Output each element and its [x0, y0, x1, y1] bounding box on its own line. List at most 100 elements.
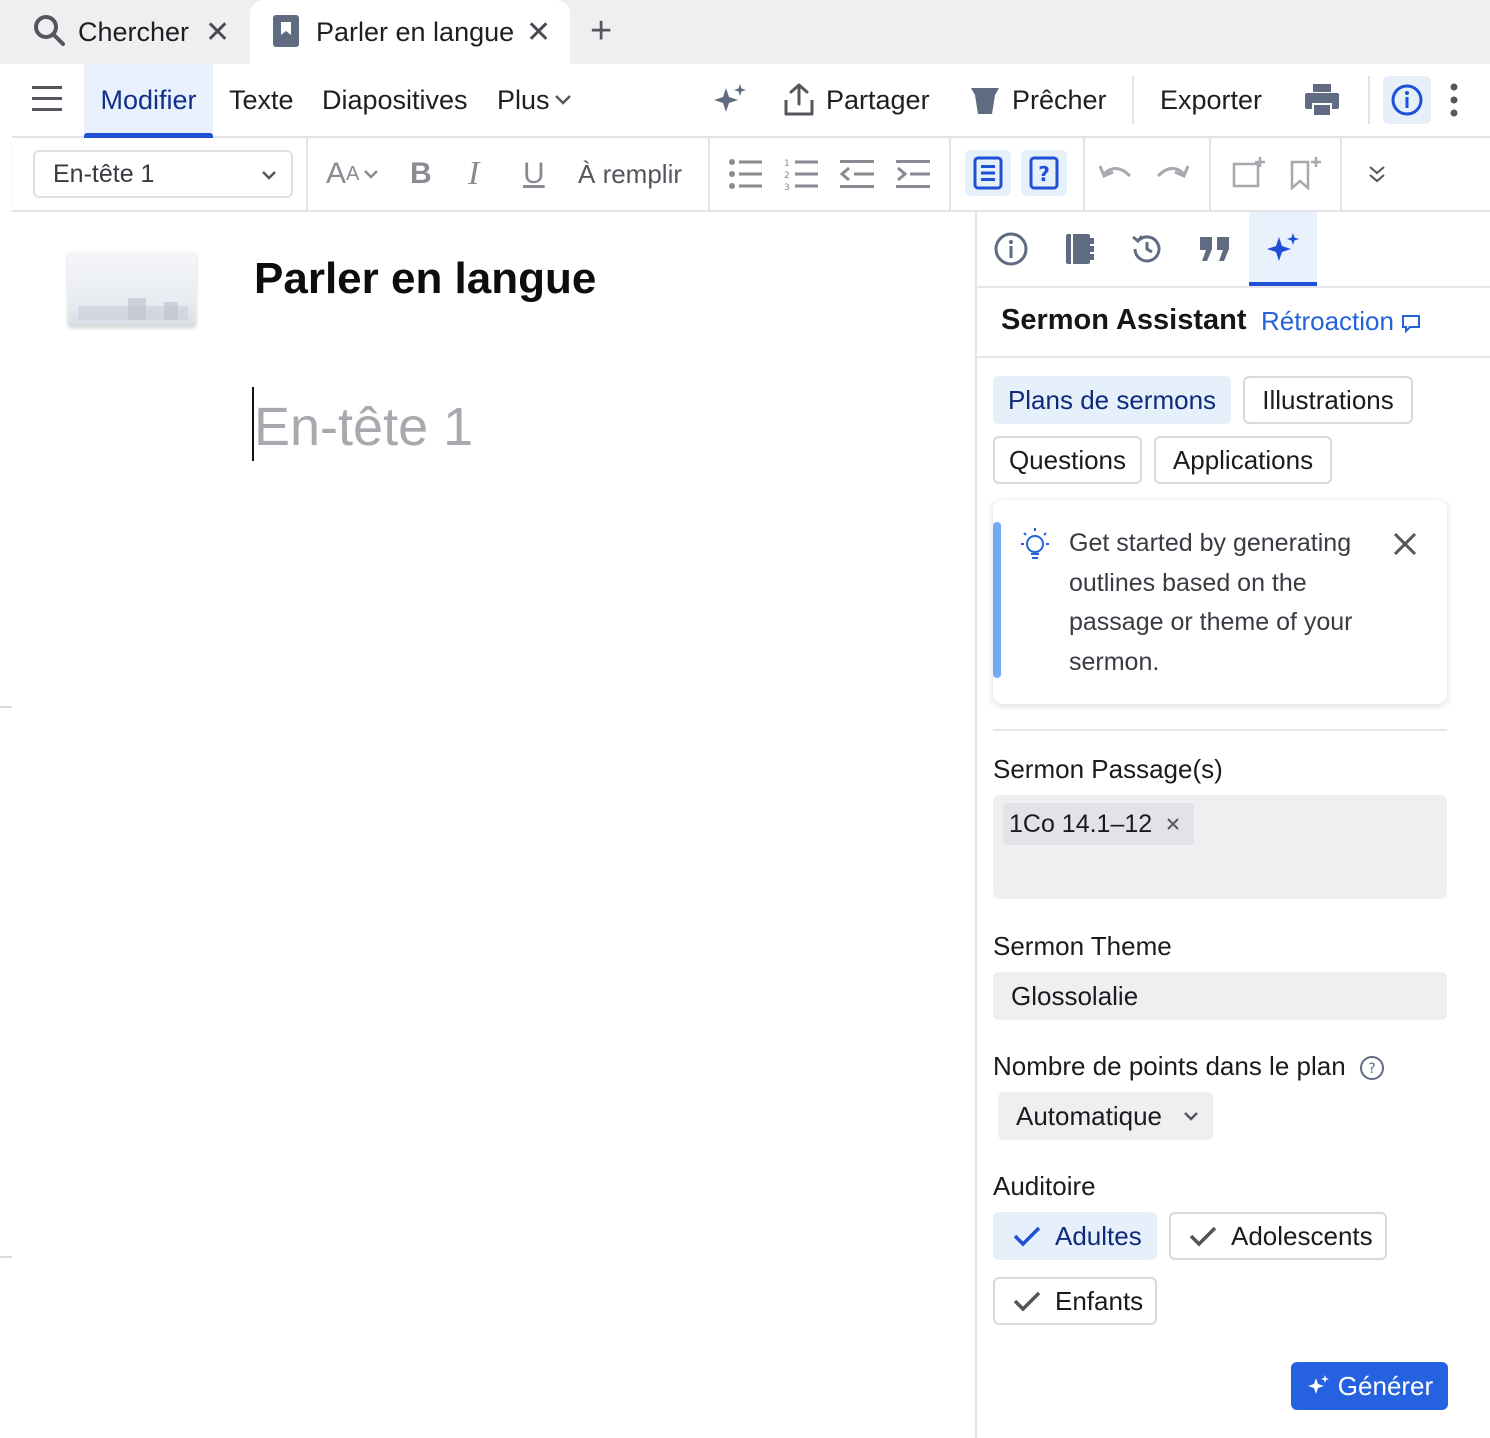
- menu-texte[interactable]: Texte: [229, 64, 294, 136]
- theme-value: Glossolalie: [1011, 980, 1139, 1011]
- tab-search[interactable]: Chercher ✕: [0, 0, 250, 64]
- redo-icon[interactable]: [1154, 162, 1190, 186]
- menu-plus[interactable]: Plus: [497, 64, 572, 136]
- indent-icon[interactable]: [896, 158, 930, 190]
- sparkle-ai-icon: [1267, 233, 1299, 261]
- paragraph-style-select[interactable]: En-tête 1: [33, 150, 293, 198]
- format-toolbar: En-tête 1 AA B I U À remplir 1 2 3 ?: [12, 138, 1490, 212]
- menu-plus-label: Plus: [497, 84, 550, 115]
- tab-notebook[interactable]: [1045, 212, 1113, 286]
- gutter-mark: [0, 1256, 12, 1258]
- question-box-icon: ?: [1029, 156, 1059, 190]
- menu-diapositives-label: Diapositives: [322, 84, 468, 115]
- chip-questions[interactable]: Questions: [993, 436, 1142, 484]
- chevron-down-icon: [262, 171, 276, 180]
- tab-history[interactable]: [1113, 212, 1181, 286]
- generate-button[interactable]: Générer: [1291, 1362, 1448, 1410]
- print-icon[interactable]: [1304, 82, 1340, 118]
- info-icon: [1391, 84, 1423, 116]
- undo-icon[interactable]: [1098, 162, 1134, 186]
- remove-tag-icon[interactable]: [1166, 817, 1180, 831]
- document-thumbnail[interactable]: [68, 252, 196, 326]
- tab-document[interactable]: Parler en langue ✕: [250, 0, 570, 64]
- chip-illustrations[interactable]: Illustrations: [1243, 376, 1413, 424]
- tab-quotes[interactable]: [1181, 212, 1249, 286]
- audience-children[interactable]: Enfants: [993, 1277, 1157, 1325]
- passage-tag: 1Co 14.1–12: [1003, 803, 1195, 845]
- document-view-icon: [973, 156, 1003, 190]
- panel-title: Sermon Assistant: [1001, 304, 1247, 336]
- audience-teens-label: Adolescents: [1231, 1220, 1373, 1251]
- tab-assistant[interactable]: [1249, 212, 1317, 286]
- sparkle-ai-icon[interactable]: [712, 82, 748, 118]
- svg-text:?: ?: [1038, 162, 1050, 186]
- chevron-down-icon: [554, 95, 571, 105]
- tab-document-label: Parler en langue: [316, 16, 515, 47]
- main-toolbar: Modifier Texte Diapositives Plus Partage…: [12, 64, 1490, 138]
- check-icon: [1013, 1226, 1041, 1247]
- chip-applications[interactable]: Applications: [1154, 436, 1332, 484]
- tip-accent-bar: [993, 522, 1001, 678]
- theme-input[interactable]: Glossolalie: [993, 972, 1447, 1020]
- menu-diapositives[interactable]: Diapositives: [322, 64, 468, 136]
- menu-texte-label: Texte: [229, 84, 294, 115]
- points-value: Automatique: [1016, 1100, 1162, 1131]
- sparkle-ai-icon: [1307, 1375, 1329, 1394]
- lightbulb-icon: [1021, 528, 1049, 559]
- fill-in-blank-button[interactable]: À remplir: [578, 154, 682, 194]
- menu-modifier[interactable]: Modifier: [84, 64, 213, 138]
- audience-teens[interactable]: Adolescents: [1169, 1212, 1387, 1260]
- notebook-icon: [1066, 234, 1094, 264]
- points-select[interactable]: Automatique: [998, 1092, 1213, 1140]
- add-slide-icon[interactable]: [1232, 156, 1266, 190]
- numbered-list-icon[interactable]: 1 2 3: [784, 158, 818, 190]
- audience-adults-label: Adultes: [1055, 1220, 1142, 1251]
- history-icon: [1132, 235, 1161, 263]
- heading-placeholder[interactable]: En-tête 1: [254, 396, 473, 458]
- close-icon[interactable]: ✕: [526, 15, 551, 50]
- font-size-icon[interactable]: AA: [326, 154, 379, 194]
- document-title[interactable]: Parler en langue: [254, 254, 596, 304]
- points-label-text: Nombre de points dans le plan: [993, 1051, 1346, 1081]
- document-icon: [273, 15, 299, 47]
- preach-button[interactable]: Prêcher: [970, 64, 1107, 136]
- close-icon[interactable]: [1393, 532, 1417, 556]
- fill-in-blank-label: À remplir: [578, 158, 683, 189]
- theme-label: Sermon Theme: [993, 931, 1172, 961]
- comment-icon: [1402, 315, 1421, 334]
- info-toggle-button[interactable]: [1383, 76, 1431, 124]
- tab-search-label: Chercher: [78, 16, 190, 47]
- italic-icon[interactable]: I: [468, 154, 479, 194]
- audience-adults[interactable]: Adultes: [993, 1212, 1157, 1260]
- check-icon: [1189, 1226, 1217, 1247]
- share-icon: [784, 83, 814, 116]
- chip-outlines[interactable]: Plans de sermons: [993, 376, 1231, 424]
- share-label: Partager: [826, 84, 930, 115]
- tab-info[interactable]: [977, 212, 1045, 286]
- sermon-assistant-panel: Sermon Assistant Rétroaction Plans de se…: [975, 212, 1490, 1438]
- bulleted-list-icon[interactable]: [728, 158, 762, 190]
- hamburger-menu-icon[interactable]: [32, 84, 64, 114]
- more-vertical-icon[interactable]: [1448, 82, 1460, 118]
- paragraph-style-value: En-tête 1: [53, 159, 155, 188]
- export-label: Exporter: [1160, 84, 1263, 115]
- export-button[interactable]: Exporter: [1160, 64, 1262, 136]
- bold-icon[interactable]: B: [410, 154, 432, 194]
- check-icon: [1013, 1291, 1041, 1312]
- double-chevron-down-icon[interactable]: [1367, 164, 1387, 184]
- underline-icon[interactable]: U: [523, 154, 545, 194]
- close-icon[interactable]: ✕: [205, 15, 230, 50]
- help-icon[interactable]: ?: [1359, 1055, 1385, 1081]
- passage-input[interactable]: 1Co 14.1–12: [993, 795, 1447, 899]
- outdent-icon[interactable]: [840, 158, 874, 190]
- svg-text:2: 2: [784, 171, 790, 181]
- add-bookmark-icon[interactable]: [1288, 156, 1322, 190]
- question-view-button[interactable]: ?: [1021, 150, 1067, 196]
- share-button[interactable]: Partager: [782, 64, 930, 136]
- feedback-label: Rétroaction: [1261, 306, 1394, 336]
- browser-tab-bar: Chercher ✕ Parler en langue ✕ +: [0, 0, 1490, 64]
- notes-view-button[interactable]: [965, 150, 1011, 196]
- new-tab-button[interactable]: +: [590, 10, 612, 53]
- feedback-link[interactable]: Rétroaction: [1261, 306, 1421, 337]
- document-editor[interactable]: Parler en langue En-tête 1: [12, 212, 975, 1438]
